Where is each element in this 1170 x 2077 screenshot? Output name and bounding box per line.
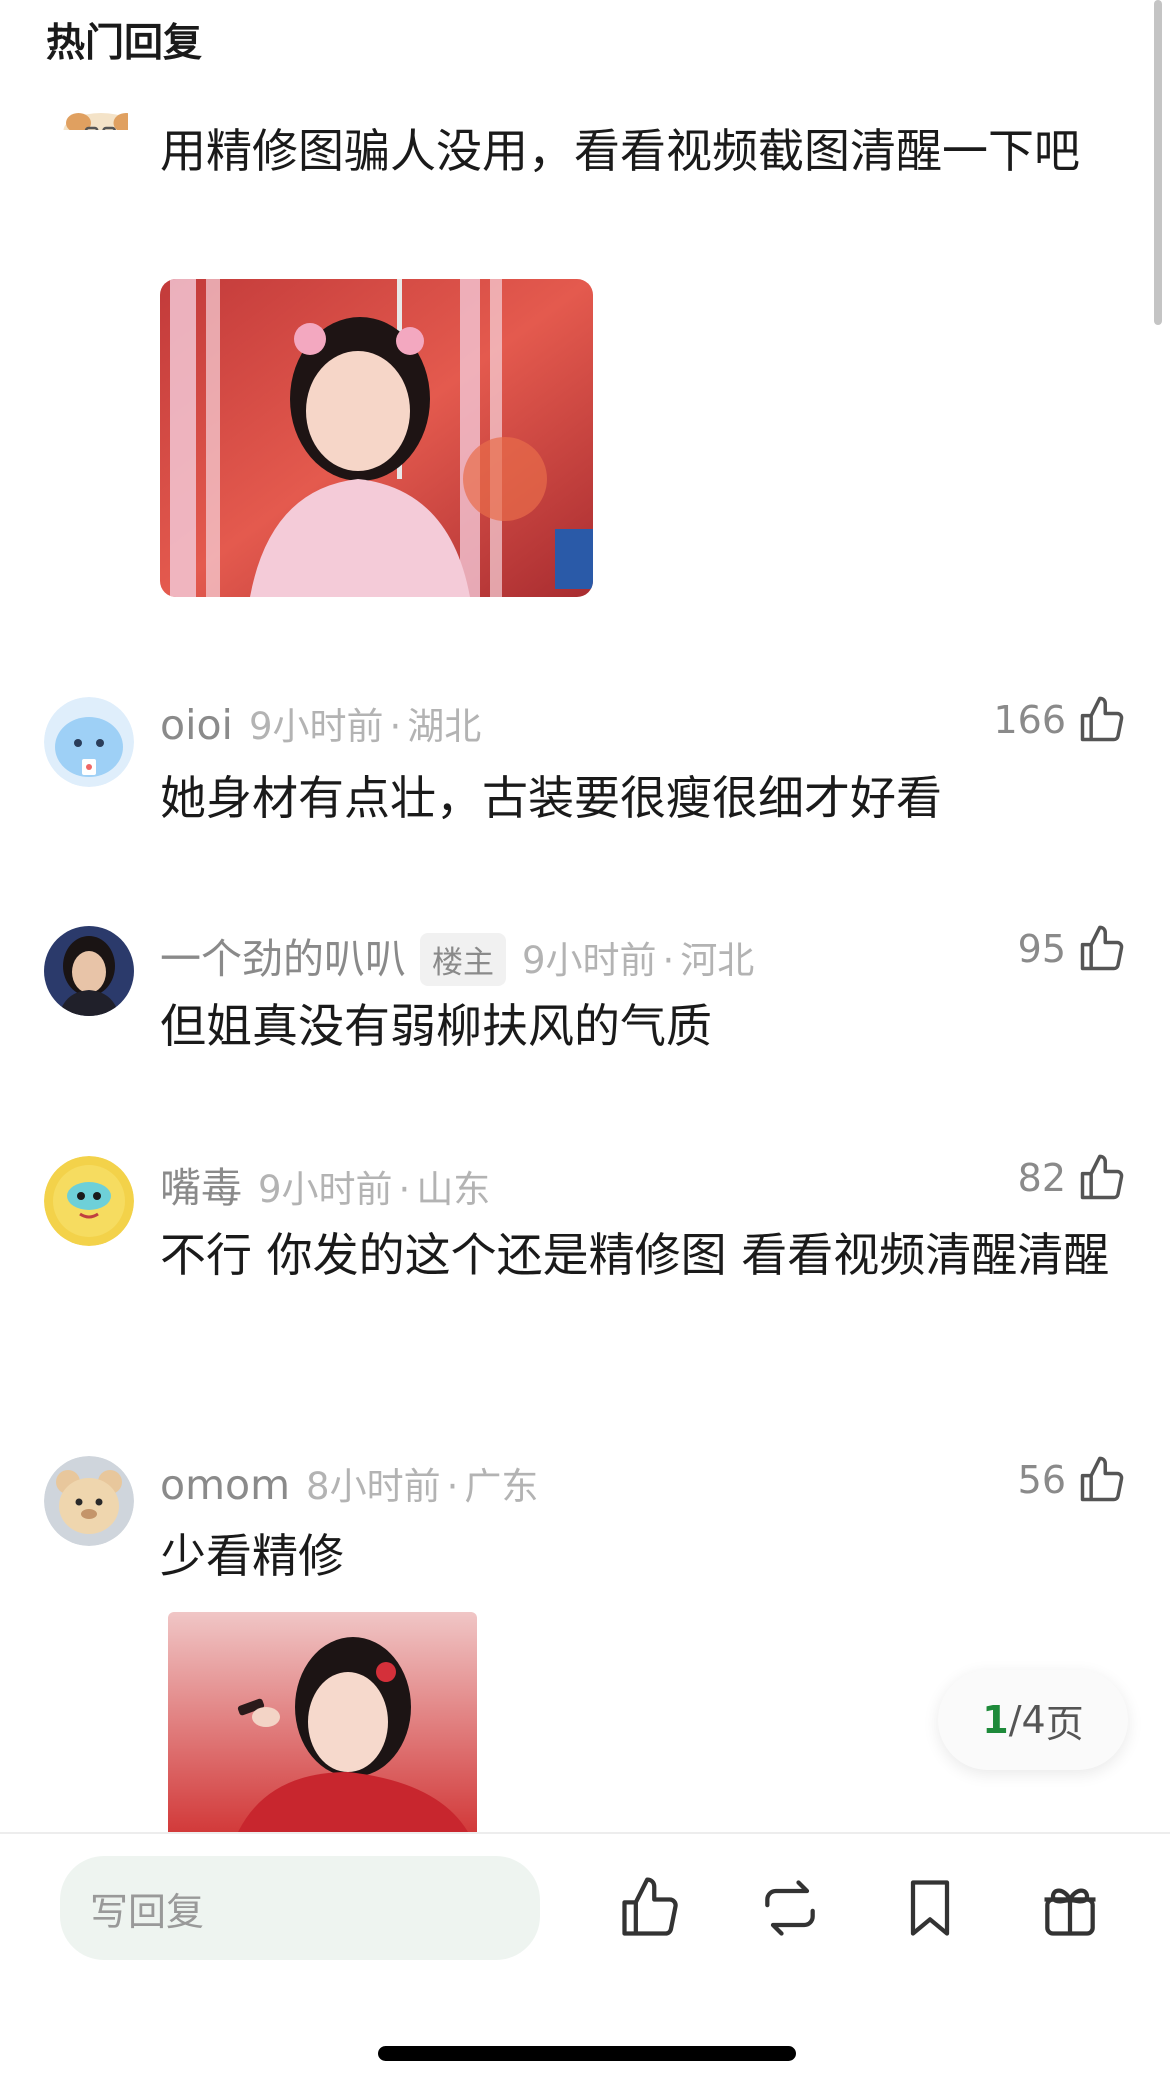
gift-icon — [1044, 1888, 1096, 1936]
thumbs-up-icon — [1080, 925, 1124, 971]
like-count: 82 — [1017, 1156, 1066, 1200]
username[interactable]: 一个劲的叭叭 — [160, 925, 406, 985]
timestamp: 9小时前 — [522, 939, 657, 982]
repost-button[interactable] — [756, 1874, 824, 1942]
bottom-action-bar: 写回复 — [0, 1832, 1170, 2077]
username[interactable]: oioi — [160, 701, 233, 749]
like-post-button[interactable] — [616, 1874, 684, 1942]
page-unit: 页 — [1045, 1701, 1084, 1746]
like-count: 166 — [993, 698, 1066, 742]
comment-text: 少看精修 — [160, 1529, 344, 1583]
location: 山东 — [416, 1168, 491, 1211]
comment-meta: omom 8小时前 · 广东 — [160, 1456, 538, 1510]
timestamp: 8小时前 — [306, 1465, 441, 1508]
page-current: 1 — [982, 1698, 1009, 1742]
gift-button[interactable] — [1036, 1874, 1104, 1942]
avatar[interactable] — [56, 98, 128, 130]
reply-input[interactable]: 写回复 — [60, 1856, 540, 1960]
repost-icon — [765, 1880, 815, 1936]
comment-text: 不行 你发的这个还是精修图 看看视频清醒清醒 — [160, 1228, 1110, 1282]
comment-image[interactable] — [168, 1612, 477, 1832]
thumbs-up-icon — [1080, 1456, 1124, 1502]
avatar[interactable] — [44, 697, 134, 787]
home-indicator[interactable] — [378, 2046, 796, 2061]
like-button[interactable]: 56 — [1018, 1454, 1128, 1506]
comment-image[interactable] — [160, 279, 593, 597]
like-button[interactable]: 95 — [1018, 923, 1128, 975]
page-total: /4 — [1008, 1698, 1046, 1742]
comment-meta: oioi 9小时前 · 湖北 — [160, 696, 481, 750]
location: 广东 — [464, 1465, 539, 1508]
thumbs-up-icon — [1080, 696, 1124, 742]
like-count: 95 — [1017, 927, 1066, 971]
bookmark-button[interactable] — [896, 1874, 964, 1942]
comment-text: 用精修图骗人没用，看看视频截图清醒一下吧 — [160, 124, 1080, 178]
comment-meta: 一个劲的叭叭 楼主 9小时前 · 河北 — [160, 925, 754, 986]
separator-dot: · — [389, 705, 402, 748]
bookmark-icon — [910, 1880, 950, 1936]
separator-dot: · — [398, 1168, 411, 1211]
section-title: 热门回复 — [46, 21, 203, 66]
comment-meta: 嘴毒 9小时前 · 山东 — [160, 1154, 490, 1214]
like-count: 56 — [1017, 1458, 1066, 1502]
separator-dot: · — [446, 1465, 459, 1508]
separator-dot: · — [662, 939, 675, 982]
username[interactable]: 嘴毒 — [160, 1154, 242, 1214]
comment-text: 她身材有点壮，古装要很瘦很细才好看 — [160, 771, 942, 825]
avatar[interactable] — [44, 1156, 134, 1246]
avatar[interactable] — [44, 1456, 134, 1546]
location: 河北 — [680, 939, 755, 982]
page-indicator[interactable]: 1/4 页 — [938, 1670, 1128, 1770]
scrollbar[interactable] — [1154, 0, 1162, 325]
username[interactable]: omom — [160, 1461, 290, 1509]
comment-text: 但姐真没有弱柳扶风的气质 — [160, 999, 712, 1053]
timestamp: 9小时前 — [258, 1168, 393, 1211]
like-button[interactable]: 166 — [993, 694, 1128, 746]
op-badge: 楼主 — [420, 933, 506, 986]
location: 湖北 — [407, 705, 482, 748]
thumbs-up-icon — [622, 1877, 678, 1936]
avatar[interactable] — [44, 926, 134, 1016]
like-button[interactable]: 82 — [1018, 1152, 1128, 1204]
timestamp: 9小时前 — [248, 705, 384, 748]
thumbs-up-icon — [1080, 1154, 1124, 1200]
